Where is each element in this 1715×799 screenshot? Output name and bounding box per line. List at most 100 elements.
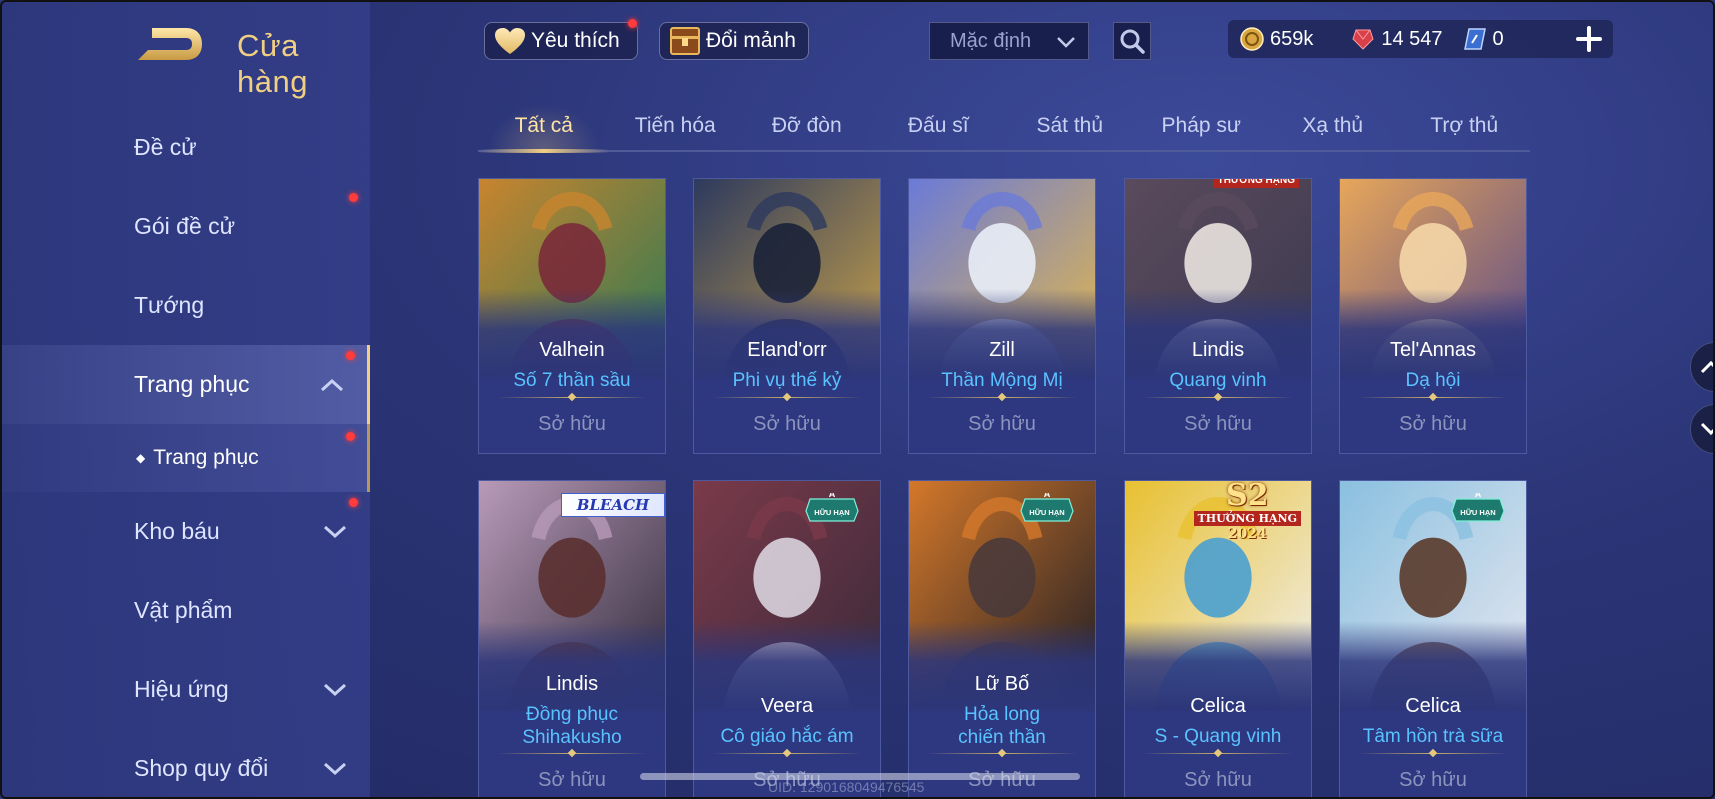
skin-card[interactable]: Celica S - Quang vinh Sở hữu S2 THƯỞNG HẠNG 2…: [1124, 480, 1312, 799]
user-id: UID: 1290168049476545: [768, 779, 925, 795]
notification-dot: [628, 19, 637, 28]
season-rank-badge: S2 THƯỞNG HẠNG 2024: [1193, 480, 1301, 542]
heart-icon: [495, 28, 525, 54]
sidebar-item-1[interactable]: Gói đề cử: [0, 187, 370, 266]
skin-name: Cô giáo hắc ám: [720, 726, 854, 747]
sort-value: Mặc định: [950, 29, 1032, 52]
tab-4[interactable]: Sát thủ: [1004, 104, 1136, 150]
chevron-down-icon: [323, 683, 347, 696]
sidebar-item-6[interactable]: Vật phẩm: [0, 571, 370, 650]
sidebar-item-3[interactable]: Trang phục: [0, 345, 370, 424]
hero-name: Veera: [760, 695, 814, 717]
skin-card[interactable]: Valhein Số 7 thần sầu Sở hữu: [478, 178, 666, 454]
skin-card[interactable]: Lindis Quang vinh Sở hữu THƯỞNG HẠNG: [1124, 178, 1312, 454]
chevron-up-icon: [320, 378, 344, 391]
currency-bar: 659k 14 547 0: [1228, 20, 1613, 58]
chevron-down-icon: [323, 762, 347, 775]
hero-name: Tel'Annas: [1389, 339, 1477, 361]
gem-amount: 14 547: [1381, 27, 1443, 50]
search-button[interactable]: [1113, 22, 1151, 60]
divider: [927, 397, 1077, 398]
tab-label: Xạ thủ: [1302, 114, 1364, 137]
limited-badge-text: HỮU HẠN: [814, 508, 849, 517]
chevron-up-icon: [1700, 360, 1715, 374]
divider: [1143, 753, 1293, 754]
plus-icon[interactable]: [1575, 25, 1603, 53]
owned-status: Sở hữu: [538, 413, 606, 435]
hero-name: Lindis: [1191, 339, 1245, 361]
tab-3[interactable]: Đấu sĩ: [873, 104, 1005, 150]
tab-6[interactable]: Xạ thủ: [1267, 104, 1399, 150]
sidebar: Cửa hàng Đề cử Gói đề cử Tướng Trang phục ◆ T…: [0, 0, 370, 799]
tab-1[interactable]: Tiến hóa: [610, 104, 742, 150]
notification-dot: [349, 193, 358, 202]
gold-coin-icon: [1240, 27, 1264, 51]
sidebar-item-label: Trang phục: [134, 371, 250, 397]
hero-name: Lữ Bố: [974, 673, 1030, 695]
hero-name: Zill: [989, 339, 1015, 361]
tab-0[interactable]: Tất cả: [478, 104, 610, 153]
artwork-fade: [694, 289, 880, 379]
skin-name: S - Quang vinh: [1154, 726, 1282, 747]
hero-name: Eland'orr: [747, 339, 827, 361]
gold-balance: 659k: [1240, 27, 1313, 51]
shard-exchange-button[interactable]: Đổi mảnh: [659, 22, 809, 60]
sidebar-item-label: Trang phục: [153, 446, 259, 469]
rank-reward-badge: THƯỞNG HẠNG: [1213, 179, 1299, 188]
tab-5[interactable]: Pháp sư: [1136, 104, 1268, 150]
skin-name: Đồng phục Shihakusho: [522, 704, 622, 748]
tab-7[interactable]: Trợ thủ: [1399, 104, 1531, 150]
notification-dot: [349, 498, 358, 507]
artwork-fade: [479, 621, 665, 711]
tab-label: Đỡ đòn: [771, 114, 842, 137]
skin-name: Tâm hồn trà sữa: [1362, 726, 1504, 747]
hero-name: Celica: [1190, 695, 1246, 717]
skin-card[interactable]: Eland'orr Phi vụ thế kỷ Sở hữu: [693, 178, 881, 454]
favorites-label: Yêu thích: [531, 29, 620, 52]
sidebar-item-7[interactable]: Hiệu ứng: [0, 650, 370, 729]
sidebar-item-label: Hiệu ứng: [134, 676, 229, 702]
sidebar-subitem-costumes[interactable]: ◆ Trang phục: [0, 424, 370, 492]
search-icon: [1120, 29, 1145, 54]
scroll-down-button[interactable]: [1690, 404, 1715, 454]
limited-badge: A HỮU HẠN: [1019, 489, 1075, 523]
sidebar-item-label: Tướng: [134, 292, 205, 318]
skin-card[interactable]: Tel'Annas Dạ hội Sở hữu: [1339, 178, 1527, 454]
divider: [1143, 397, 1293, 398]
sidebar-item-label: Kho báu: [134, 518, 220, 544]
sidebar-item-0[interactable]: Đề cử: [0, 108, 370, 187]
category-tabs: Tất cả Tiến hóa Đỡ đòn Đấu sĩ Sát thủ Pháp sư…: [478, 104, 1531, 153]
notification-dot: [346, 351, 355, 360]
skin-card[interactable]: Zill Thần Mộng Mị Sở hữu: [908, 178, 1096, 454]
divider: [1358, 753, 1508, 754]
limited-badge-text: HỮU HẠN: [1460, 508, 1495, 517]
tab-label: Trợ thủ: [1430, 114, 1499, 137]
owned-status: Sở hữu: [1184, 769, 1252, 791]
scroll-up-button[interactable]: [1690, 342, 1715, 392]
chevron-down-icon: [1057, 37, 1075, 48]
sidebar-item-8[interactable]: Shop quy đổi: [0, 729, 370, 799]
skin-name: Hỏa long chiến thần: [958, 704, 1046, 748]
skin-card[interactable]: Celica Tâm hồn trà sữa Sở hữu A HỮU HẠN: [1339, 480, 1527, 799]
svg-text:A: A: [1475, 493, 1482, 499]
tab-label: Tất cả: [514, 114, 573, 137]
chevron-down-icon: [1700, 422, 1715, 436]
divider: [712, 753, 862, 754]
svg-text:A: A: [829, 493, 836, 499]
season-label: S2: [1226, 480, 1269, 513]
sort-dropdown[interactable]: Mặc định: [929, 22, 1089, 60]
skin-card[interactable]: Veera Cô giáo hắc ám Sở hữu A HỮU HẠN: [693, 480, 881, 799]
sidebar-item-label: Đề cử: [134, 134, 197, 160]
sidebar-item-2[interactable]: Tướng: [0, 266, 370, 345]
artwork-fade: [909, 621, 1095, 711]
skin-card[interactable]: Lindis Đồng phục Shihakusho Sở hữu BLEACH: [478, 480, 666, 799]
back-button[interactable]: [134, 22, 206, 66]
skin-card[interactable]: Lữ Bố Hỏa long chiến thần Sở hữu A HỮU HẠN: [908, 480, 1096, 799]
favorites-button[interactable]: Yêu thích: [484, 19, 638, 60]
skin-name: Số 7 thần sầu: [513, 370, 631, 391]
shard-exchange-label: Đổi mảnh: [706, 29, 796, 52]
artwork-fade: [1340, 289, 1526, 379]
tab-2[interactable]: Đỡ đòn: [741, 104, 873, 150]
sidebar-item-5[interactable]: Kho báu: [0, 492, 370, 571]
owned-status: Sở hữu: [1399, 413, 1467, 435]
